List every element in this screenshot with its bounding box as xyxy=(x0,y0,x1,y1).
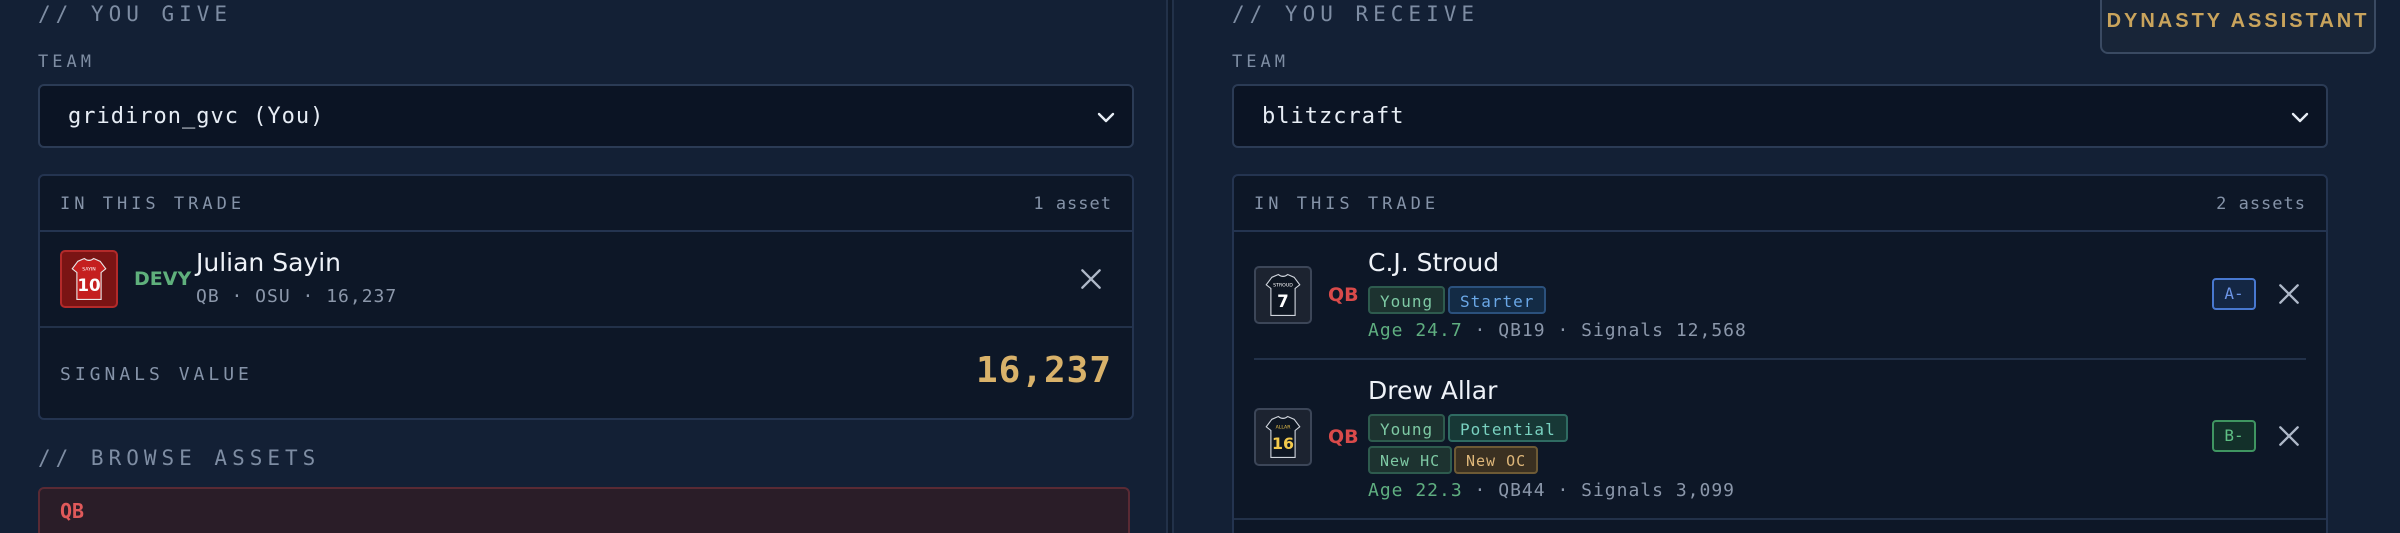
meta-separator: · xyxy=(1557,480,1570,501)
jersey-nameplate: STROUD xyxy=(1273,283,1293,289)
jersey-icon: ALLAR 16 xyxy=(1254,408,1312,466)
close-icon xyxy=(2279,426,2299,446)
chevron-down-icon xyxy=(2288,106,2312,130)
jersey-icon: SAYIN 10 xyxy=(60,250,118,308)
meta-separator: · xyxy=(1474,480,1487,501)
give-asset-count: 1 asset xyxy=(1033,194,1112,214)
divider xyxy=(40,326,1132,328)
player-rank: QB44 xyxy=(1498,480,1546,501)
player-rank: QB19 xyxy=(1498,320,1546,341)
browse-qb-group[interactable]: QB xyxy=(38,487,1130,533)
player-meta: Age 22.3 · QB44 · Signals 3,099 xyxy=(1368,480,1735,501)
player-name[interactable]: Drew Allar xyxy=(1368,376,1497,405)
close-icon xyxy=(2279,284,2299,304)
give-panel: // YOU GIVE TEAM gridiron_gvc (You) IN T… xyxy=(0,0,1168,533)
meta-separator: · xyxy=(1474,320,1487,341)
tag-young: Young xyxy=(1368,414,1446,442)
give-trade-title: IN THIS TRADE xyxy=(60,194,246,214)
remove-player-button[interactable] xyxy=(2276,281,2302,307)
jersey-nameplate: ALLAR xyxy=(1276,425,1292,431)
receive-section-title: // YOU RECEIVE xyxy=(1232,2,1480,26)
dynasty-assistant-label: DYNASTY ASSISTANT xyxy=(2106,10,2370,32)
receive-trade-box: IN THIS TRADE 2 assets STROUD 7 QB C.J. … xyxy=(1232,174,2328,533)
receive-trade-header: IN THIS TRADE 2 assets xyxy=(1234,176,2326,232)
player-age: Age 22.3 xyxy=(1368,480,1463,501)
player-signals: Signals 12,568 xyxy=(1581,320,1747,341)
jersey-number: 10 xyxy=(77,275,100,295)
give-section-title: // YOU GIVE xyxy=(38,2,233,26)
meta-separator: · xyxy=(1557,320,1570,341)
position-badge: QB xyxy=(1328,284,1359,306)
devy-badge: DEVY xyxy=(134,268,192,290)
divider xyxy=(1254,358,2306,360)
jersey-nameplate: SAYIN xyxy=(82,267,96,273)
remove-player-button[interactable] xyxy=(2276,423,2302,449)
position-badge: QB xyxy=(1328,426,1359,448)
jersey-number: 16 xyxy=(1272,434,1294,453)
receive-trade-title: IN THIS TRADE xyxy=(1254,194,1440,214)
player-age: Age 24.7 xyxy=(1368,320,1463,341)
give-team-value: gridiron_gvc (You) xyxy=(68,104,325,129)
tag-potential: Potential xyxy=(1448,414,1568,442)
browse-qb-label: QB xyxy=(60,499,85,523)
grade-badge: B- xyxy=(2212,420,2256,452)
close-icon xyxy=(1081,269,1101,289)
divider xyxy=(1234,518,2326,520)
remove-player-button[interactable] xyxy=(1078,266,1104,292)
signals-value: 16,237 xyxy=(975,350,1112,391)
give-trade-header: IN THIS TRADE 1 asset xyxy=(40,176,1132,232)
receive-team-select[interactable]: blitzcraft xyxy=(1232,84,2328,148)
browse-assets-title: // BROWSE ASSETS xyxy=(38,446,321,470)
tag-new-oc: New OC xyxy=(1454,446,1539,474)
receive-team-value: blitzcraft xyxy=(1262,104,1405,129)
tag-new-hc: New HC xyxy=(1368,446,1453,474)
grade-badge: A- xyxy=(2212,278,2256,310)
tag-young: Young xyxy=(1368,286,1446,314)
player-name[interactable]: C.J. Stroud xyxy=(1368,248,1499,277)
dynasty-assistant-button[interactable]: DYNASTY ASSISTANT xyxy=(2100,0,2376,54)
player-name[interactable]: Julian Sayin xyxy=(196,248,341,277)
player-meta: QB · OSU · 16,237 xyxy=(196,286,398,307)
player-signals: Signals 3,099 xyxy=(1581,480,1736,501)
give-team-label: TEAM xyxy=(38,52,95,72)
signals-label: SIGNALS VALUE xyxy=(60,364,253,385)
give-team-select[interactable]: gridiron_gvc (You) xyxy=(38,84,1134,148)
receive-asset-count: 2 assets xyxy=(2216,194,2306,214)
receive-panel: // YOU RECEIVE TEAM blitzcraft IN THIS T… xyxy=(1172,0,2400,533)
jersey-icon: STROUD 7 xyxy=(1254,266,1312,324)
chevron-down-icon xyxy=(1094,106,1118,130)
tag-starter: Starter xyxy=(1448,286,1547,314)
player-meta: Age 24.7 · QB19 · Signals 12,568 xyxy=(1368,320,1747,341)
receive-team-label: TEAM xyxy=(1232,52,1289,72)
jersey-number: 7 xyxy=(1277,291,1289,311)
give-trade-box: IN THIS TRADE 1 asset SAYIN 10 DEVY Juli… xyxy=(38,174,1134,420)
